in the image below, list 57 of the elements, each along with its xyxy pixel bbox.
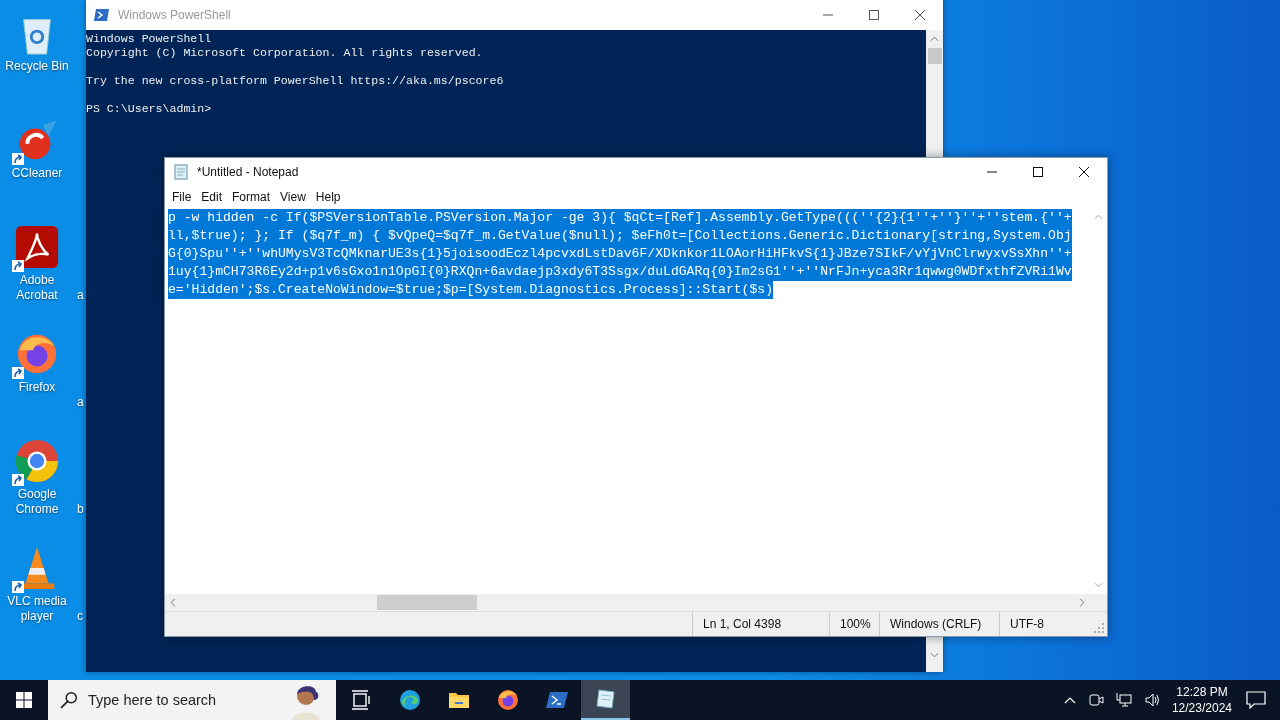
status-field: 100% [829,612,879,636]
edge-icon [397,688,422,712]
status-field: Ln 1, Col 4398 [692,612,829,636]
search-field[interactable]: Type here to search [86,691,270,709]
scroll-right-icon[interactable] [1079,598,1085,607]
network-icon[interactable] [1115,692,1132,708]
scroll-down-icon[interactable] [1094,582,1103,588]
desktop-shortcut[interactable]: Adobe Acrobat [0,222,74,303]
window-title: *Untitled - Notepad [197,165,299,179]
clock-date: 12/23/2024 [1171,700,1232,716]
desktop-icon-label: b [77,502,84,516]
console-line: Try the new cross-platform PowerShell https://aka.ms/pscore6 [86,74,504,87]
notification-icon[interactable] [1246,691,1266,709]
status-field: Windows (CRLF) [879,612,999,636]
scroll-down-icon [930,652,939,658]
window-title: Windows PowerShell [118,8,231,22]
desktop-shortcut[interactable]: VLC media player [0,543,74,624]
windows-logo-icon [16,692,32,708]
pdf-icon [14,224,60,270]
menu-item[interactable]: Help [310,188,346,206]
desktop-icon-label: c [77,609,83,623]
close-icon [1079,167,1089,177]
clock[interactable]: 12:28 PM 12/23/2024 [1171,684,1232,716]
search-icon [60,691,78,709]
console-line: Windows PowerShell [86,32,212,45]
scroll-thumb[interactable] [927,48,942,64]
fox-globe-icon [495,688,520,712]
chevron-up-icon[interactable] [1063,696,1076,704]
volume-icon[interactable] [1143,692,1160,708]
clock-time: 12:28 PM [1176,684,1228,700]
menu-item[interactable]: File [167,188,197,206]
desktop-shortcut[interactable]: CCleaner [0,115,74,181]
console-line: Copyright (C) Microsoft Corporation. All rights reserved. [86,46,483,59]
maximize-icon [869,10,879,20]
desktop-shortcut[interactable]: Firefox [0,329,74,395]
search-bar[interactable]: Type here to search [48,680,336,720]
menu-item[interactable]: Edit [196,188,228,206]
taskbar-app-button[interactable] [581,680,630,720]
menu-item[interactable]: Format [227,188,276,206]
desktop-icon-label: a [77,288,84,302]
scroll-up-icon[interactable] [930,36,939,42]
scroll-thumb[interactable] [377,595,477,610]
console-line: PS C:\Users\admin> [86,102,212,115]
status-field: UTF-8 [999,612,1094,636]
chrome-icon [14,438,60,484]
desktop-shortcut[interactable]: Recycle Bin [0,8,74,74]
notepad-icon [173,164,189,180]
maximize-icon [1033,167,1043,177]
desktop-icon-label: a [77,395,84,409]
scroll-left-icon[interactable] [170,598,176,607]
resize-grip-icon[interactable] [1094,623,1104,633]
close-icon [915,10,925,20]
menu-item[interactable]: View [275,188,311,206]
notepad-icon [593,687,618,711]
desktop-shortcut[interactable]: Google Chrome [0,436,74,517]
scroll-up-icon[interactable] [1094,214,1103,220]
powershell-icon [94,7,110,23]
